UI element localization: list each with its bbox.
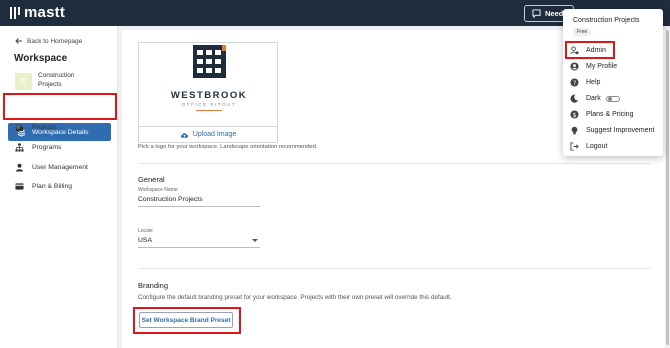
sidebar-item-user-management[interactable]: User Management [15, 163, 88, 172]
menu-item-label: Suggest Improvement [586, 127, 655, 134]
menu-item-suggest-improvement[interactable]: Suggest Improvement [570, 126, 654, 135]
branding-section-title: Branding [138, 281, 169, 290]
workspace-name-label: Workspace Name [138, 187, 178, 193]
menu-item-plans-pricing[interactable]: $ Plans & Pricing [570, 110, 633, 119]
section-divider [138, 163, 650, 164]
sidebar-item-label: User Management [32, 164, 88, 171]
highlight-box [3, 93, 117, 120]
locale-value: USA [138, 237, 152, 244]
logout-icon [570, 142, 579, 151]
caret-down-icon [252, 239, 258, 242]
cloud-upload-icon [180, 132, 188, 138]
workspace-selector[interactable]: C Construction Projects [15, 71, 88, 90]
logo-mark-icon [10, 6, 20, 19]
menu-item-my-profile[interactable]: My Profile [570, 62, 617, 71]
svg-text:?: ? [573, 80, 576, 87]
highlight-box [133, 307, 241, 334]
logo-tagline-text: OFFICE FITOUT [181, 102, 237, 107]
section-divider [138, 268, 650, 269]
highlight-box [565, 41, 615, 59]
upload-image-label: Upload Image [192, 131, 237, 138]
menu-item-help[interactable]: ? Help [570, 78, 600, 87]
menu-item-logout[interactable]: Logout [570, 142, 607, 151]
menu-item-label: Plans & Pricing [586, 111, 634, 118]
logo-hint-text: Pick a logo for your workspace. Landscap… [138, 144, 318, 150]
logo-text: mastt [24, 4, 66, 21]
help-icon: ? [570, 78, 579, 87]
menu-item-label: Help [586, 79, 601, 86]
westbrook-logo-mark [193, 45, 226, 78]
dollar-icon: $ [570, 110, 579, 119]
sidebar-item-projects[interactable]: Projects [15, 123, 57, 132]
sidebar-item-plan-billing[interactable]: Plan & Billing [15, 182, 72, 191]
menu-item-dark-mode[interactable]: Dark [570, 94, 620, 103]
dark-mode-toggle[interactable] [605, 95, 620, 102]
sidebar-item-label: Plan & Billing [32, 183, 73, 190]
sidebar-item-label: Programs [32, 144, 62, 151]
workspace-name-input[interactable]: Construction Projects [138, 196, 260, 207]
branding-description: Configure the default branding preset fo… [138, 294, 452, 301]
profile-icon [570, 62, 579, 71]
sidebar-item-programs[interactable]: Programs [15, 143, 61, 152]
locale-label: Locale [138, 228, 153, 234]
user-icon [15, 163, 24, 172]
scrollbar-thumb[interactable] [666, 30, 669, 345]
logo-accent-line [196, 110, 222, 111]
workspace-name: Construction Projects [38, 72, 75, 88]
menu-item-label: My Profile [586, 63, 618, 70]
chat-icon [532, 9, 541, 18]
sidebar-item-label: Projects [32, 124, 57, 131]
building-icon [15, 124, 24, 132]
menu-item-label: Logout [586, 143, 608, 150]
moon-icon [570, 94, 579, 103]
plan-badge: Free [573, 28, 592, 36]
arrow-left-icon [15, 38, 22, 44]
upload-image-button[interactable]: Upload Image [138, 126, 278, 143]
logo-brand-text: WESTBROOK [170, 90, 248, 101]
page-scrollbar[interactable] [665, 26, 670, 348]
credit-card-icon [15, 183, 24, 190]
sidebar: Back to Homepage Workspace C Constructio… [0, 26, 118, 348]
account-dropdown-menu: Construction Projects Free Admin My Prof… [563, 9, 663, 156]
back-to-homepage-link[interactable]: Back to Homepage [15, 37, 82, 45]
locale-select[interactable]: USA [138, 237, 260, 248]
workspace-avatar: C [15, 73, 32, 90]
general-section-title: General [138, 175, 165, 184]
menu-item-label: Dark [586, 95, 601, 102]
back-label: Back to Homepage [27, 37, 83, 45]
hierarchy-icon [15, 143, 24, 152]
menu-workspace-name: Construction Projects [573, 17, 640, 24]
mastt-logo[interactable]: mastt [9, 4, 65, 21]
sidebar-section-title: Workspace [14, 53, 68, 64]
lightbulb-icon [571, 126, 578, 135]
svg-text:$: $ [572, 112, 576, 119]
